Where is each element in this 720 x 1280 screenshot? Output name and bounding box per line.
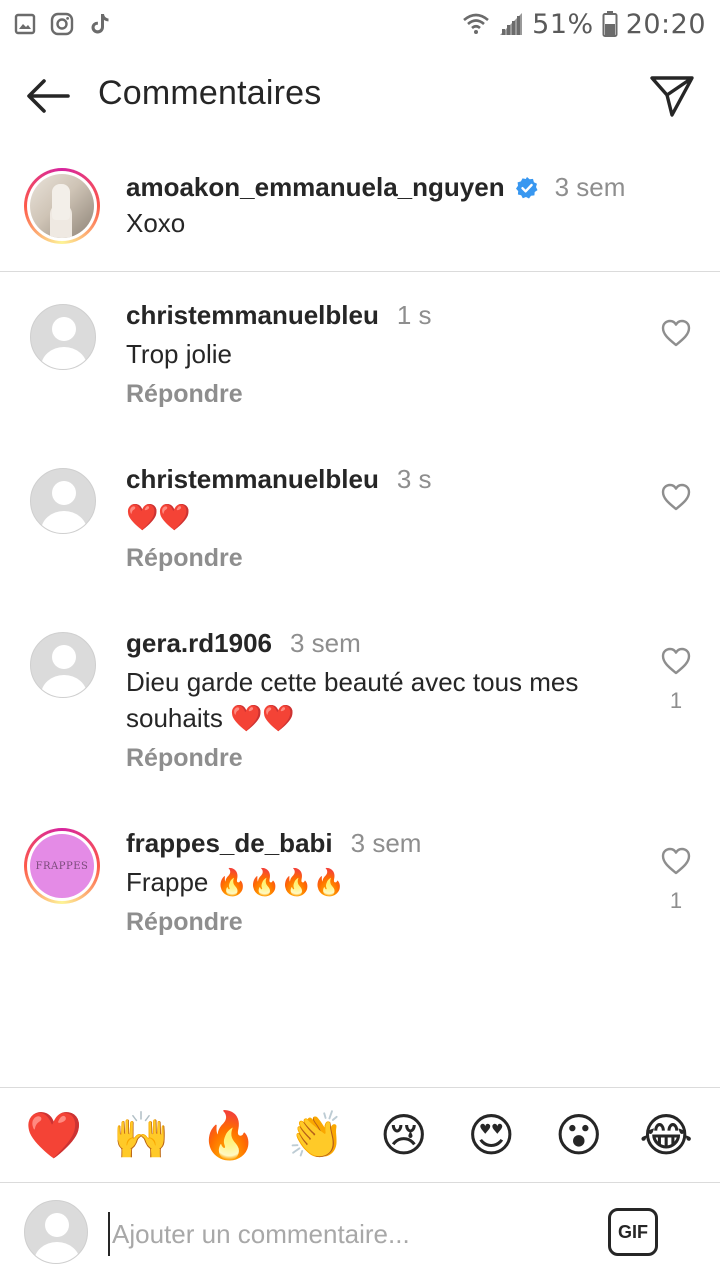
post-caption: amoakon_emmanuela_nguyen 3 sem Xoxo <box>0 160 720 272</box>
caption-username-text: amoakon_emmanuela_nguyen <box>126 172 505 202</box>
comment-avatar-story[interactable]: FRAPPES <box>24 828 100 904</box>
caption-username[interactable]: amoakon_emmanuela_nguyen 3 sem <box>126 172 625 203</box>
caption-text: Xoxo <box>126 208 186 238</box>
surprised-emoji-button[interactable]: 😮 <box>548 1104 610 1166</box>
reply-button[interactable]: Répondre <box>126 908 243 937</box>
status-bar: 51% 20:20 <box>0 0 720 48</box>
gif-button[interactable]: GIF <box>608 1208 658 1256</box>
comment-username[interactable]: frappes_de_babi 3 sem <box>126 828 421 859</box>
caption-time: 3 sem <box>554 172 626 202</box>
profile-photo <box>30 174 94 238</box>
comment-text: Trop jolie <box>126 339 232 369</box>
status-system-icons: 51% 20:20 <box>462 9 706 40</box>
reply-button[interactable]: Répondre <box>126 544 243 573</box>
crying-emoji-button[interactable]: 😢 <box>373 1104 435 1166</box>
emoji-quick-bar: ❤️ 🙌 🔥 👏 😢 😍 😮 😂 <box>0 1087 720 1183</box>
comment-text: ❤️❤️ <box>126 503 191 533</box>
default-avatar-icon[interactable] <box>30 468 96 534</box>
like-count[interactable]: 1 <box>660 688 692 714</box>
comment-input-bar: GIF <box>0 1184 720 1280</box>
caption-avatar[interactable] <box>24 168 100 244</box>
like-count[interactable]: 1 <box>660 888 692 914</box>
comment-time: 3 s <box>396 464 432 494</box>
heart-emoji-button[interactable]: ❤️ <box>23 1104 85 1166</box>
header: Commentaires <box>0 60 720 132</box>
comment-text: Frappe 🔥🔥🔥🔥 <box>126 867 346 897</box>
arrow-left-icon <box>27 79 70 113</box>
clock: 20:20 <box>625 8 706 40</box>
heart-outline-icon[interactable] <box>660 482 692 512</box>
tiktok-icon <box>91 14 109 34</box>
comment-time: 3 sem <box>289 628 361 658</box>
clapping-emoji-button[interactable]: 👏 <box>285 1104 347 1166</box>
paper-plane-icon <box>650 76 694 117</box>
page-title: Commentaires <box>98 74 322 112</box>
reply-button[interactable]: Répondre <box>126 380 243 409</box>
verified-badge-icon <box>515 176 538 198</box>
default-avatar-icon[interactable] <box>30 632 96 698</box>
battery-icon <box>602 11 618 37</box>
battery-percent: 51% <box>532 8 594 40</box>
comment-username[interactable]: gera.rd1906 3 sem <box>126 628 361 659</box>
comment-username[interactable]: christemmanuelbleu 1 s <box>126 300 432 331</box>
heart-eyes-emoji-button[interactable]: 😍 <box>460 1104 522 1166</box>
instagram-icon <box>50 12 74 36</box>
share-button[interactable] <box>646 70 698 122</box>
signal-icon <box>500 13 523 35</box>
fire-emoji-button[interactable]: 🔥 <box>198 1104 260 1166</box>
wifi-icon <box>463 13 490 34</box>
comment-text: Dieu garde cette beauté avec tous mes so… <box>126 667 579 733</box>
gallery-icon <box>14 13 36 35</box>
raising-hands-emoji-button[interactable]: 🙌 <box>110 1104 172 1166</box>
heart-outline-icon[interactable] <box>660 646 692 676</box>
default-avatar-icon[interactable] <box>30 304 96 370</box>
heart-outline-icon[interactable] <box>660 846 692 876</box>
heart-outline-icon[interactable] <box>660 318 692 348</box>
frappes-logo: FRAPPES <box>30 834 94 898</box>
comment-time: 1 s <box>396 300 432 330</box>
status-notification-icons <box>14 12 112 36</box>
reply-button[interactable]: Répondre <box>126 744 243 773</box>
comment-username[interactable]: christemmanuelbleu 3 s <box>126 464 432 495</box>
back-button[interactable] <box>22 74 74 118</box>
laughing-emoji-button[interactable]: 😂 <box>635 1104 697 1166</box>
comment-time: 3 sem <box>350 828 422 858</box>
comment-input[interactable] <box>108 1212 588 1256</box>
default-avatar-icon <box>24 1200 88 1264</box>
